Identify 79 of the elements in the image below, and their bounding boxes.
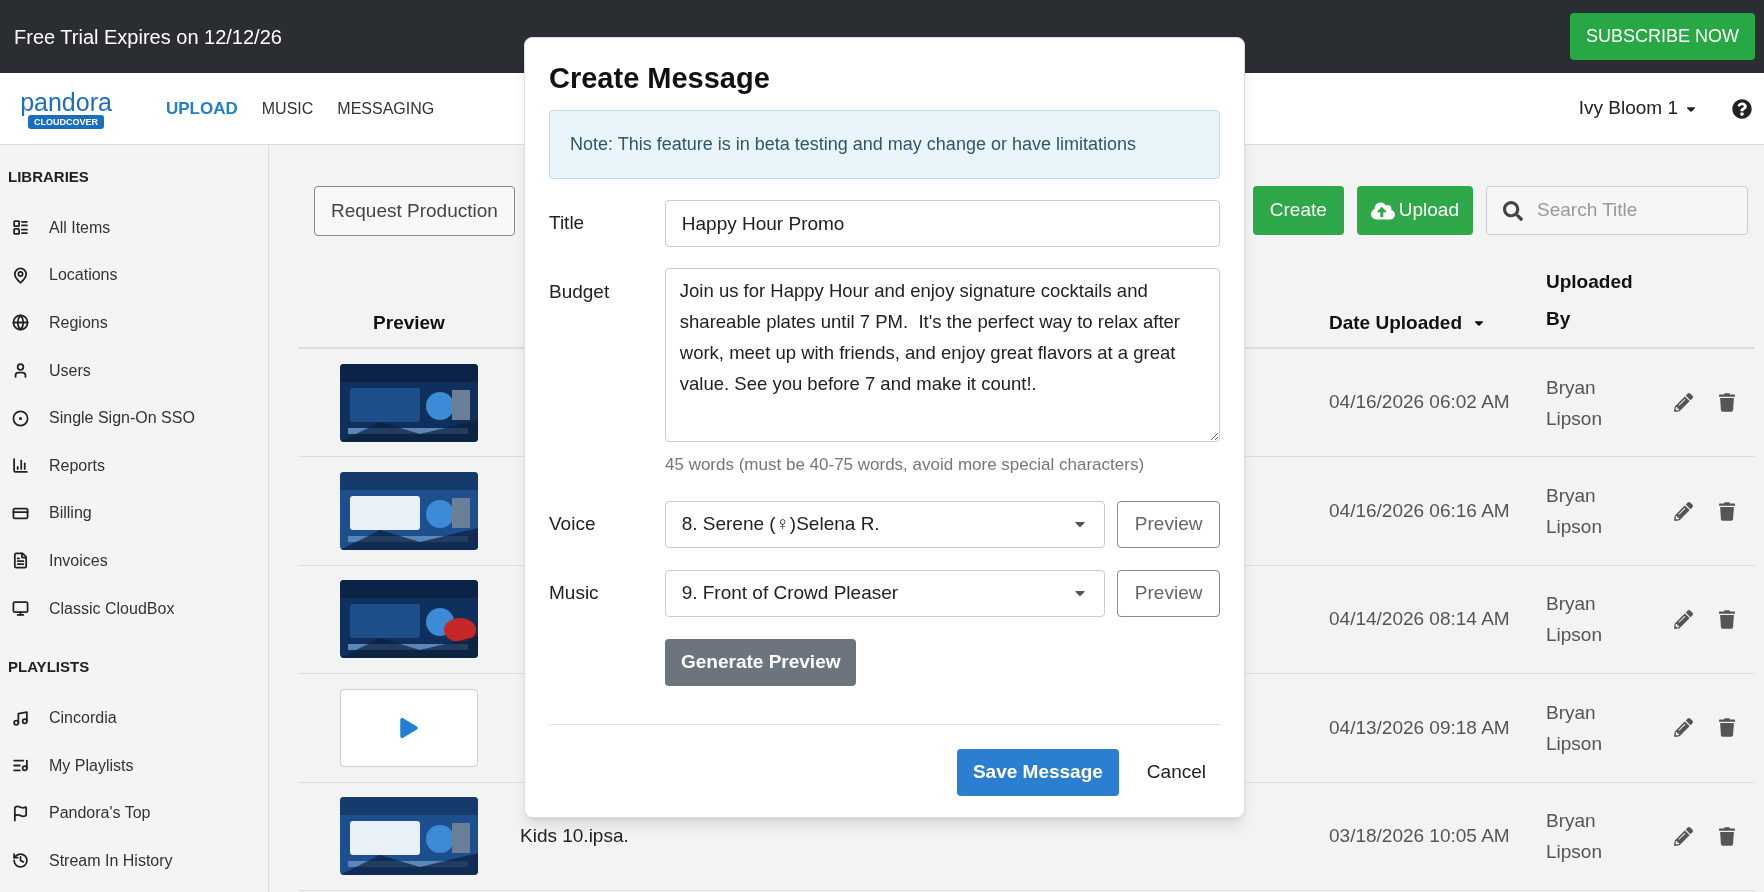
sidebar-item[interactable]: Regions: [0, 299, 268, 347]
sidebar-item[interactable]: Invoices: [0, 537, 268, 585]
sidebar-item[interactable]: Pandora's Top: [0, 789, 268, 838]
logo-wordmark: pandora: [20, 88, 112, 115]
date-cell: 04/14/2026 08:14 AM: [1329, 608, 1510, 630]
flag-icon: [12, 804, 29, 822]
search-input[interactable]: Search Title: [1537, 196, 1727, 225]
help-icon[interactable]: [1732, 98, 1752, 119]
delete-icon[interactable]: [1719, 501, 1735, 521]
sidebar-item[interactable]: Single Sign-On SSO: [0, 394, 268, 442]
delete-icon[interactable]: [1719, 609, 1735, 629]
sidebar-item[interactable]: Cincordia: [0, 694, 268, 742]
sidebar-item[interactable]: Locations: [0, 251, 268, 300]
uploader-cell-text: Bryan Lipson: [1546, 484, 1603, 540]
circle-dot-icon: [12, 409, 29, 427]
column-header[interactable]: Date Uploaded: [1329, 308, 1487, 337]
trial-text: Free Trial Expires on 12/12/26: [14, 24, 282, 50]
uploader-cell-text: Bryan Lipson: [1546, 375, 1603, 431]
sidebar-heading: PLAYLISTS: [7, 657, 91, 677]
sidebar-item[interactable]: All Items: [0, 204, 268, 252]
monitor-icon: [12, 600, 29, 618]
nav-tab[interactable]: MESSAGING: [337, 96, 435, 121]
dialog-title: Create Message: [549, 61, 771, 96]
search-icon: [1503, 200, 1523, 221]
date-cell: 04/13/2026 09:18 AM: [1329, 716, 1510, 738]
music-note-icon: [12, 709, 29, 727]
select-field[interactable]: 9. Front of Crowd Pleaser: [664, 569, 1106, 617]
search-field[interactable]: Search Title: [1486, 186, 1748, 235]
globe-icon: [12, 314, 29, 332]
preview-button[interactable]: Preview: [1117, 569, 1220, 617]
edit-icon[interactable]: [1674, 718, 1693, 738]
date-cell: 04/16/2026 06:16 AM: [1329, 499, 1510, 521]
title-field[interactable]: Happy Hour Promo: [664, 200, 1220, 247]
sidebar-item[interactable]: Classic CloudBox: [0, 584, 268, 633]
request-production-button[interactable]: Request Production: [314, 186, 515, 236]
sidebar-heading: LIBRARIES: [7, 167, 90, 186]
edit-icon[interactable]: [1674, 826, 1693, 846]
generate-preview-button[interactable]: Generate Preview: [665, 638, 857, 686]
delete-icon[interactable]: [1719, 718, 1735, 738]
play-icon: [400, 717, 418, 738]
date-cell: 03/18/2026 10:05 AM: [1329, 825, 1510, 846]
column-header: Preview: [373, 311, 445, 333]
select-field[interactable]: 8. Serene (♀)Selena R.: [664, 500, 1106, 548]
user-icon: [12, 362, 29, 380]
sidebar-item[interactable]: Users: [0, 346, 268, 395]
edit-icon[interactable]: [1674, 501, 1693, 521]
delete-icon[interactable]: [1719, 826, 1735, 846]
list-icon: [12, 219, 29, 237]
bar-chart-icon: [12, 457, 29, 475]
uploader-cell-text: Bryan Lipson: [1546, 592, 1603, 648]
uploader-cell-text: Bryan Lipson: [1546, 809, 1603, 865]
beta-note: Note: This feature is in beta testing and may change or have limitations: [549, 110, 1220, 179]
cancel-button[interactable]: Cancel: [1146, 757, 1206, 787]
uploader-cell-text: Bryan Lipson: [1546, 700, 1603, 756]
edit-icon[interactable]: [1674, 393, 1693, 413]
preview-button[interactable]: Preview: [1117, 500, 1220, 548]
logo-badge: CLOUDCOVER: [28, 114, 104, 129]
document-icon: [12, 552, 29, 570]
save-message-button[interactable]: Save Message: [956, 748, 1119, 796]
field-label: Budget: [549, 280, 611, 304]
edit-icon[interactable]: [1674, 609, 1693, 629]
title-cell: Kids 10.ipsa.: [520, 825, 629, 846]
delete-icon[interactable]: [1719, 393, 1735, 413]
field-label: Title: [549, 211, 586, 236]
word-count-hint: 45 words (must be 40-75 words, avoid more special characters): [665, 454, 1145, 476]
nav-tab[interactable]: MUSIC: [261, 96, 314, 121]
field-label: Voice: [549, 511, 597, 536]
date-cell: 04/16/2026 06:02 AM: [1329, 391, 1510, 413]
sidebar-item[interactable]: My Playlists: [0, 741, 268, 790]
field-label: Music: [549, 580, 600, 605]
history-icon: [12, 852, 29, 870]
user-menu[interactable]: Ivy Bloom 1: [1578, 94, 1698, 123]
sidebar-item[interactable]: Billing: [0, 489, 268, 538]
budget-field[interactable]: Join us for Happy Hour and enjoy signature cocktails and shareable plates until 7 PM. It's the perfect way to relax after work, meet up with friends, and enjoy great flavors at a great value. See you before 7 and make it count!.: [664, 268, 1220, 442]
sidebar-item[interactable]: Stream In History: [0, 837, 268, 885]
sidebar-item[interactable]: Reports: [0, 441, 268, 490]
column-header: Uploaded By: [1546, 270, 1634, 331]
nav-tab[interactable]: UPLOAD: [166, 95, 238, 122]
map-pin-icon: [12, 266, 29, 284]
